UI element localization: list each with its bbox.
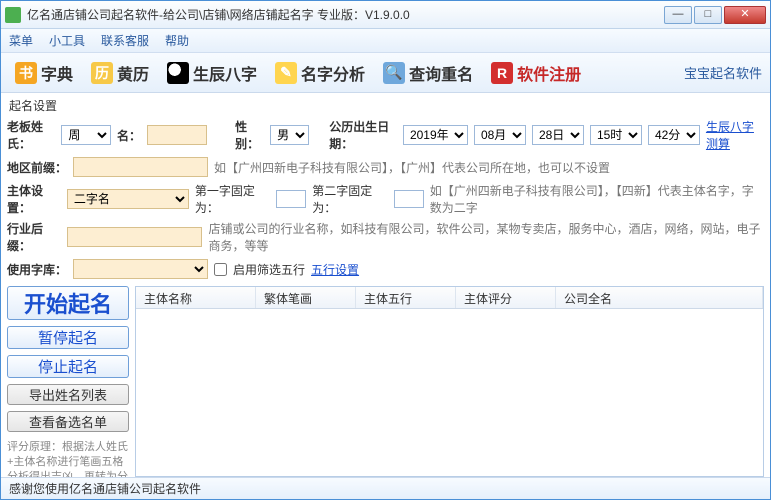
given-label: 名： bbox=[117, 127, 141, 144]
prefix-label: 地区前缀： bbox=[7, 159, 67, 176]
given-input[interactable] bbox=[147, 125, 207, 145]
wuxing-checkbox[interactable] bbox=[214, 263, 227, 276]
status-text: 感谢您使用亿名通店铺公司起名软件 bbox=[9, 480, 201, 497]
section-title: 起名设置 bbox=[9, 97, 764, 114]
menu-support[interactable]: 联系客服 bbox=[101, 32, 149, 49]
minute-select[interactable]: 42分 bbox=[648, 125, 700, 145]
minimize-button[interactable]: — bbox=[664, 6, 692, 24]
candidates-button[interactable]: 查看备选名单 bbox=[7, 411, 129, 432]
year-select[interactable]: 2019年 bbox=[403, 125, 468, 145]
prefix-hint: 如【广州四新电子科技有限公司】，【广州】代表公司所在地，也可以不设置 bbox=[214, 159, 610, 176]
subject-label: 主体设置： bbox=[7, 182, 61, 216]
tips-text: 评分原理：根据法人姓氏+主体名称进行笔画五格分析得出吉凶，再转为分数，如80~1… bbox=[7, 440, 129, 477]
tool-query[interactable]: 🔍查询重名 bbox=[377, 59, 479, 87]
fix1-input[interactable] bbox=[276, 190, 306, 208]
col-strokes[interactable]: 繁体笔画 bbox=[256, 287, 356, 308]
birth-label: 公历出生日期： bbox=[329, 118, 397, 152]
gender-select[interactable]: 男 bbox=[270, 125, 309, 145]
search-icon: 🔍 bbox=[383, 62, 405, 84]
toolbar: 书字典 历黄历 生辰八字 ✎名字分析 🔍查询重名 R软件注册 宝宝起名软件 bbox=[1, 53, 770, 93]
col-fullname[interactable]: 公司全名 bbox=[556, 287, 763, 308]
suffix-label: 行业后缀： bbox=[7, 220, 61, 254]
prefix-input[interactable] bbox=[73, 157, 208, 177]
col-score[interactable]: 主体评分 bbox=[456, 287, 556, 308]
titlebar: 亿名通店铺公司起名软件-给公司\店铺\网络店铺起名字 专业版：V1.9.0.0 … bbox=[1, 1, 770, 29]
form-area: 老板姓氏： 周 名： 性别： 男 公历出生日期： 2019年 08月 28日 1… bbox=[7, 118, 764, 280]
maximize-button[interactable]: □ bbox=[694, 6, 722, 24]
tool-dict[interactable]: 书字典 bbox=[9, 59, 79, 87]
export-button[interactable]: 导出姓名列表 bbox=[7, 384, 129, 405]
calendar-icon: 历 bbox=[91, 62, 113, 84]
pause-button[interactable]: 暂停起名 bbox=[7, 326, 129, 349]
hour-select[interactable]: 15时 bbox=[590, 125, 642, 145]
fix2-label: 第二字固定为： bbox=[312, 182, 387, 216]
left-panel: 开始起名 暂停起名 停止起名 导出姓名列表 查看备选名单 评分原理：根据法人姓氏… bbox=[7, 286, 129, 477]
results-table: 主体名称 繁体笔画 主体五行 主体评分 公司全名 bbox=[135, 286, 764, 477]
month-select[interactable]: 08月 bbox=[474, 125, 526, 145]
yinyang-icon bbox=[167, 62, 189, 84]
fix2-input[interactable] bbox=[394, 190, 424, 208]
book-icon: 书 bbox=[15, 62, 37, 84]
window-title: 亿名通店铺公司起名软件-给公司\店铺\网络店铺起名字 专业版：V1.9.0.0 bbox=[27, 6, 664, 23]
brand-label: 宝宝起名软件 bbox=[684, 63, 762, 82]
tool-register[interactable]: R软件注册 bbox=[485, 59, 587, 87]
col-name[interactable]: 主体名称 bbox=[136, 287, 256, 308]
tool-calendar[interactable]: 历黄历 bbox=[85, 59, 155, 87]
register-icon: R bbox=[491, 62, 513, 84]
wuxing-check-label: 启用筛选五行 bbox=[233, 261, 305, 278]
menubar: 菜单 小工具 联系客服 帮助 bbox=[1, 29, 770, 53]
menu-tools[interactable]: 小工具 bbox=[49, 32, 85, 49]
table-body bbox=[136, 309, 763, 476]
suffix-hint: 店铺或公司的行业名称，如科技有限公司，软件公司，某物专卖店，服务中心，酒店，网络… bbox=[208, 220, 764, 254]
suffix-input[interactable] bbox=[67, 227, 202, 247]
surname-select[interactable]: 周 bbox=[61, 125, 111, 145]
app-icon bbox=[5, 7, 21, 23]
tool-bazi[interactable]: 生辰八字 bbox=[161, 59, 263, 87]
bazi-link[interactable]: 生辰八字测算 bbox=[706, 118, 764, 152]
stop-button[interactable]: 停止起名 bbox=[7, 355, 129, 378]
menu-main[interactable]: 菜单 bbox=[9, 32, 33, 49]
wuxing-link[interactable]: 五行设置 bbox=[311, 261, 359, 278]
note-icon: ✎ bbox=[275, 62, 297, 84]
subject-hint: 如【广州四新电子科技有限公司】，【四新】代表主体名字，字数为二字 bbox=[430, 182, 764, 216]
dict-select[interactable] bbox=[73, 259, 208, 279]
surname-label: 老板姓氏： bbox=[7, 118, 55, 152]
gender-label: 性别： bbox=[235, 118, 264, 152]
menu-help[interactable]: 帮助 bbox=[165, 32, 189, 49]
subject-select[interactable]: 二字名 bbox=[67, 189, 189, 209]
start-button[interactable]: 开始起名 bbox=[7, 286, 129, 320]
day-select[interactable]: 28日 bbox=[532, 125, 584, 145]
close-button[interactable]: ✕ bbox=[724, 6, 766, 24]
fix1-label: 第一字固定为： bbox=[195, 182, 270, 216]
dict-label: 使用字库： bbox=[7, 261, 67, 278]
tool-analyze[interactable]: ✎名字分析 bbox=[269, 59, 371, 87]
statusbar: 感谢您使用亿名通店铺公司起名软件 bbox=[1, 477, 770, 499]
col-wuxing[interactable]: 主体五行 bbox=[356, 287, 456, 308]
table-header: 主体名称 繁体笔画 主体五行 主体评分 公司全名 bbox=[136, 287, 763, 309]
